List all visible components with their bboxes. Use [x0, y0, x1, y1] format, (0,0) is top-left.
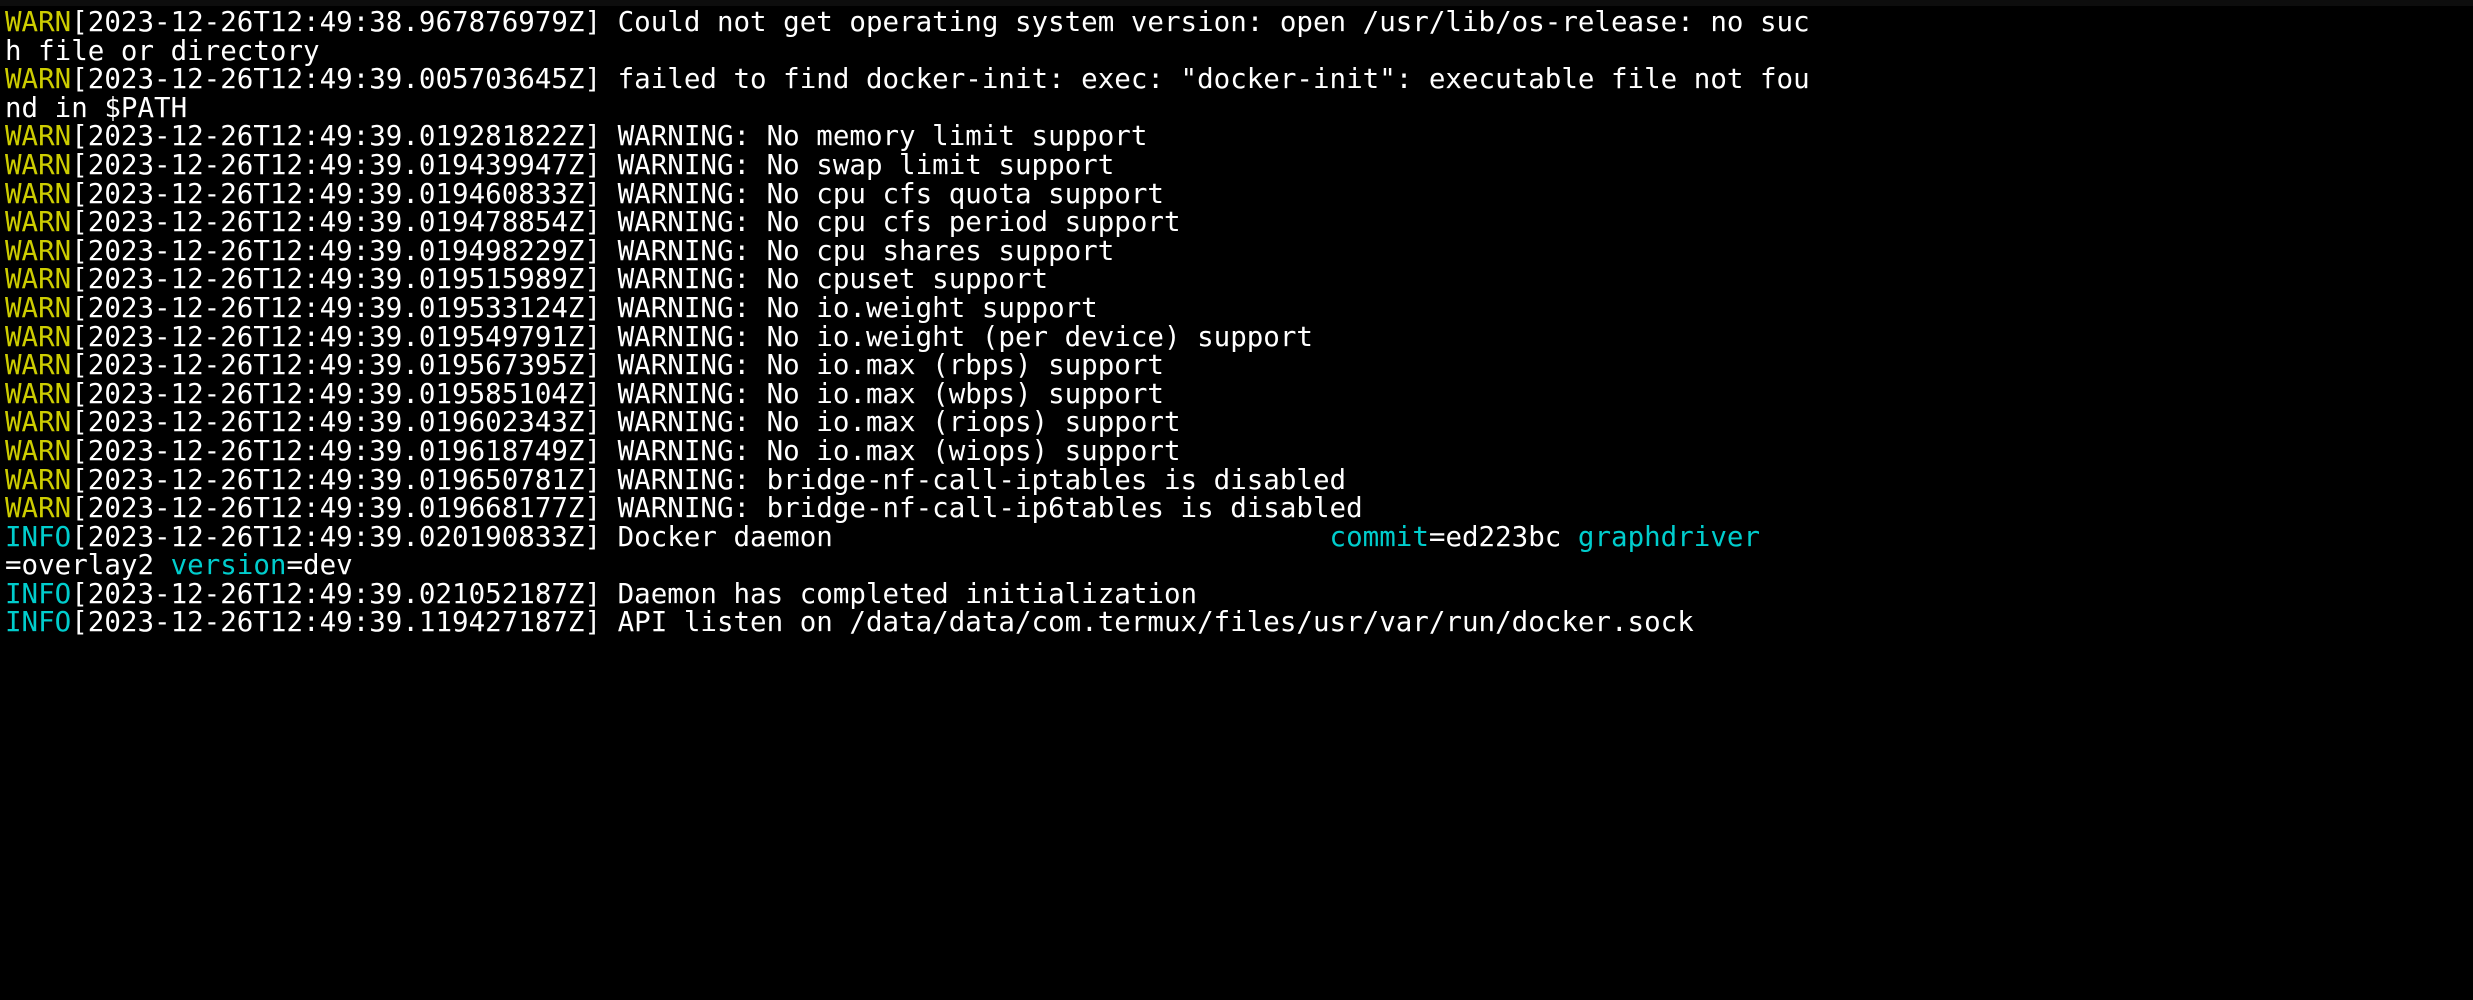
log-message: WARNING: No io.weight (per device) suppo… [601, 320, 1313, 353]
log-level-info: INFO [5, 520, 72, 553]
log-level-warn: WARN [5, 320, 72, 353]
log-level-warn: WARN [5, 349, 72, 382]
terminal-output-area[interactable]: WARN[2023-12-26T12:49:38.967876979Z] Cou… [0, 6, 2473, 637]
log-message: WARNING: bridge-nf-call-iptables is disa… [601, 463, 1347, 496]
log-level-warn: WARN [5, 148, 72, 181]
log-line: WARN[2023-12-26T12:49:39.019515989Z] WAR… [5, 265, 2473, 294]
log-line: WARN[2023-12-26T12:49:39.019549791Z] WAR… [5, 320, 2473, 353]
log-message: Could not get operating system version: … [601, 6, 1810, 38]
log-message: failed to find docker-init: exec: "docke… [601, 63, 1810, 96]
log-timestamp: [2023-12-26T12:49:39.019439947Z] [71, 148, 602, 181]
log-timestamp: [2023-12-26T12:49:39.020190833Z] [71, 520, 602, 553]
log-line: WARN[2023-12-26T12:49:39.019618749Z] WAR… [5, 437, 2473, 466]
log-timestamp: [2023-12-26T12:49:39.021052187Z] [71, 577, 602, 610]
log-message: WARNING: No memory limit support [601, 120, 1148, 153]
log-level-warn: WARN [5, 63, 72, 96]
log-timestamp: [2023-12-26T12:49:39.019533124Z] [71, 291, 602, 324]
log-message: WARNING: No io.max (wbps) support [601, 377, 1164, 410]
log-message: WARNING: No swap limit support [601, 148, 1115, 181]
log-message: WARNING: No cpu cfs quota support [601, 177, 1164, 210]
log-timestamp: [2023-12-26T12:49:39.019498229Z] [71, 234, 602, 267]
log-field-key: graphdriver [1561, 520, 1761, 553]
log-level-warn: WARN [5, 492, 72, 525]
log-line: WARN[2023-12-26T12:49:39.019478854Z] WAR… [5, 208, 2473, 237]
log-line-continuation: h file or directory [5, 34, 2473, 67]
log-field-pad [833, 521, 1330, 553]
log-line: WARN[2023-12-26T12:49:39.019281822Z] WAR… [5, 122, 2473, 151]
log-line: WARN[2023-12-26T12:49:38.967876979Z] Cou… [5, 8, 2473, 37]
log-timestamp: [2023-12-26T12:49:39.019281822Z] [71, 120, 602, 153]
log-line: WARN[2023-12-26T12:49:39.019439947Z] WAR… [5, 151, 2473, 180]
log-message: WARNING: No cpu cfs period support [601, 206, 1181, 239]
log-line-continuation: nd in $PATH [5, 91, 2473, 124]
log-line: WARN[2023-12-26T12:49:39.019650781Z] WAR… [5, 463, 2473, 496]
log-level-warn: WARN [5, 6, 72, 38]
log-level-info: INFO [5, 606, 72, 639]
log-message: WARNING: No cpuset support [601, 263, 1049, 296]
log-timestamp: [2023-12-26T12:49:39.019567395Z] [71, 349, 602, 382]
log-timestamp: [2023-12-26T12:49:39.119427187Z] [71, 606, 602, 639]
log-timestamp: [2023-12-26T12:49:39.019460833Z] [71, 177, 602, 210]
log-field-key: commit [1329, 520, 1429, 553]
log-level-info: INFO [5, 577, 72, 610]
log-line: WARN[2023-12-26T12:49:39.019668177Z] WAR… [5, 494, 2473, 523]
log-field-value: =dev [286, 549, 353, 582]
log-line: WARN[2023-12-26T12:49:39.019567395Z] WAR… [5, 351, 2473, 380]
log-level-warn: WARN [5, 434, 72, 467]
log-timestamp: [2023-12-26T12:49:39.005703645Z] [71, 63, 602, 96]
log-line: INFO[2023-12-26T12:49:39.119427187Z] API… [5, 608, 2473, 637]
log-level-warn: WARN [5, 463, 72, 496]
log-field-value: =overlay2 [5, 549, 171, 582]
log-message: WARNING: No io.max (rbps) support [601, 349, 1164, 382]
log-message: WARNING: bridge-nf-call-ip6tables is dis… [601, 492, 1363, 525]
log-timestamp: [2023-12-26T12:49:39.019650781Z] [71, 463, 602, 496]
log-level-warn: WARN [5, 291, 72, 324]
log-message-continuation: nd in $PATH [5, 91, 188, 124]
log-message: API listen on /data/data/com.termux/file… [601, 606, 1694, 639]
log-line: WARN[2023-12-26T12:49:39.005703645Z] fai… [5, 65, 2473, 94]
log-message: WARNING: No io.max (wiops) support [601, 434, 1181, 467]
log-line: WARN[2023-12-26T12:49:39.019602343Z] WAR… [5, 408, 2473, 437]
log-timestamp: [2023-12-26T12:49:39.019515989Z] [71, 263, 602, 296]
log-line: WARN[2023-12-26T12:49:39.019585104Z] WAR… [5, 377, 2473, 410]
log-timestamp: [2023-12-26T12:49:39.019618749Z] [71, 434, 602, 467]
log-line: WARN[2023-12-26T12:49:39.019533124Z] WAR… [5, 294, 2473, 323]
log-level-warn: WARN [5, 377, 72, 410]
log-line: WARN[2023-12-26T12:49:39.019498229Z] WAR… [5, 234, 2473, 267]
log-level-warn: WARN [5, 120, 72, 153]
log-level-warn: WARN [5, 263, 72, 296]
log-level-warn: WARN [5, 177, 72, 210]
log-message: WARNING: No io.weight support [601, 291, 1098, 324]
log-line: WARN[2023-12-26T12:49:39.019460833Z] WAR… [5, 177, 2473, 210]
log-field-value: =ed223bc [1428, 520, 1562, 553]
log-timestamp: [2023-12-26T12:49:39.019585104Z] [71, 377, 602, 410]
log-level-warn: WARN [5, 406, 72, 439]
log-line-continuation: =overlay2 version=dev [5, 551, 2473, 580]
log-message: Docker daemon [601, 520, 833, 553]
log-level-warn: WARN [5, 234, 72, 267]
log-timestamp: [2023-12-26T12:49:39.019478854Z] [71, 206, 602, 239]
log-message: WARNING: No io.max (riops) support [601, 406, 1181, 439]
log-message: Daemon has completed initialization [601, 577, 1198, 610]
log-line: INFO[2023-12-26T12:49:39.020190833Z] Doc… [5, 520, 2473, 553]
log-message-continuation: h file or directory [5, 34, 320, 67]
log-timestamp: [2023-12-26T12:49:39.019602343Z] [71, 406, 602, 439]
log-line: INFO[2023-12-26T12:49:39.021052187Z] Dae… [5, 580, 2473, 609]
log-timestamp: [2023-12-26T12:49:39.019668177Z] [71, 492, 602, 525]
log-timestamp: [2023-12-26T12:49:39.019549791Z] [71, 320, 602, 353]
log-message: WARNING: No cpu shares support [601, 234, 1115, 267]
log-timestamp: [2023-12-26T12:49:38.967876979Z] [71, 6, 602, 38]
log-field-key: version [170, 549, 287, 582]
terminal-window[interactable]: WARN[2023-12-26T12:49:38.967876979Z] Cou… [0, 0, 2473, 1000]
log-level-warn: WARN [5, 206, 72, 239]
